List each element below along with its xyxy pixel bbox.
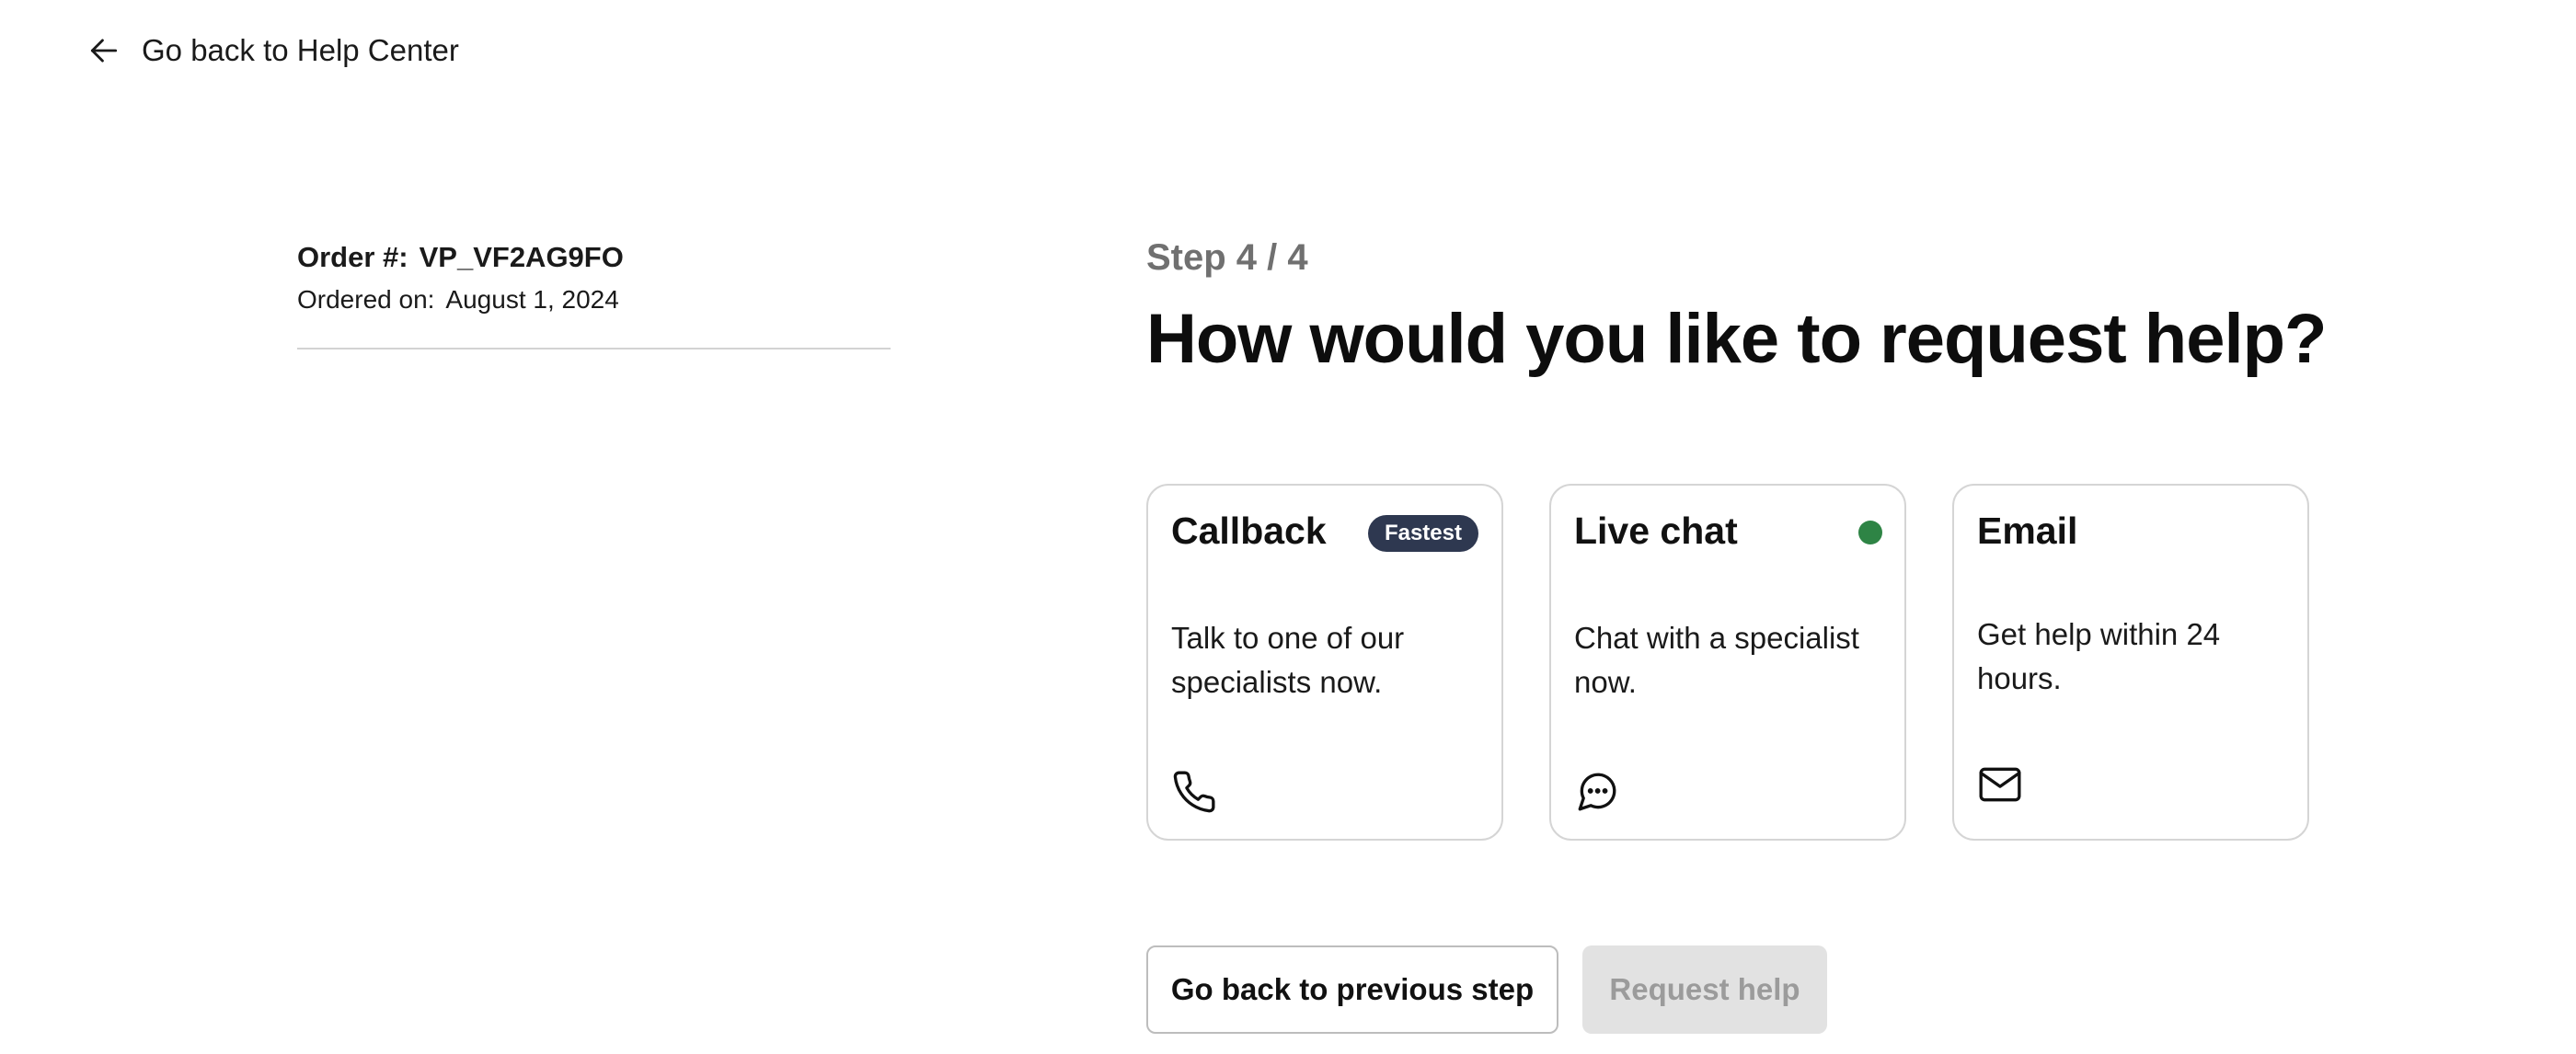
previous-step-button[interactable]: Go back to previous step [1146,945,1558,1034]
option-card-live-chat[interactable]: Live chat Chat with a specialist now. [1549,484,1906,841]
option-description: Get help within 24 hours. [1977,617,2221,695]
arrow-left-icon [90,39,118,63]
phone-icon [1173,771,1215,813]
order-date-label: Ordered on: [297,285,435,314]
mail-icon [1979,767,2021,802]
request-help-button[interactable]: Request help [1582,945,1827,1034]
order-summary: Order #: VP_VF2AG9FO Ordered on: August … [297,241,891,349]
order-date-row: Ordered on: August 1, 2024 [297,285,891,315]
back-to-help-center-link[interactable]: Go back to Help Center [86,33,459,68]
chat-bubble-icon [1578,773,1616,811]
step-indicator: Step 4 / 4 [1146,237,1308,278]
order-divider [297,348,891,349]
back-link-label: Go back to Help Center [142,33,459,67]
order-number-label: Order #: [297,241,408,273]
option-title: Callback [1171,510,1327,552]
page-title: How would you like to request help? [1146,300,2327,378]
order-date: August 1, 2024 [445,285,619,314]
order-number: VP_VF2AG9FO [419,241,624,273]
option-card-callback[interactable]: Callback Fastest Talk to one of our spec… [1146,484,1503,841]
step-actions: Go back to previous step Request help [1146,945,1827,1034]
fastest-badge: Fastest [1367,515,1478,552]
order-number-row: Order #: VP_VF2AG9FO [297,241,891,274]
contact-options: Callback Fastest Talk to one of our spec… [1146,484,2309,841]
option-description: Talk to one of our specialists now. [1171,621,1405,699]
online-status-dot [1858,521,1882,544]
step-header: Step 4 / 4 How would you like to request… [1146,237,2327,379]
option-title: Email [1977,510,2078,552]
option-title: Live chat [1574,510,1738,552]
option-description: Chat with a specialist now. [1574,621,1859,699]
option-card-email[interactable]: Email Get help within 24 hours. [1952,484,2309,841]
